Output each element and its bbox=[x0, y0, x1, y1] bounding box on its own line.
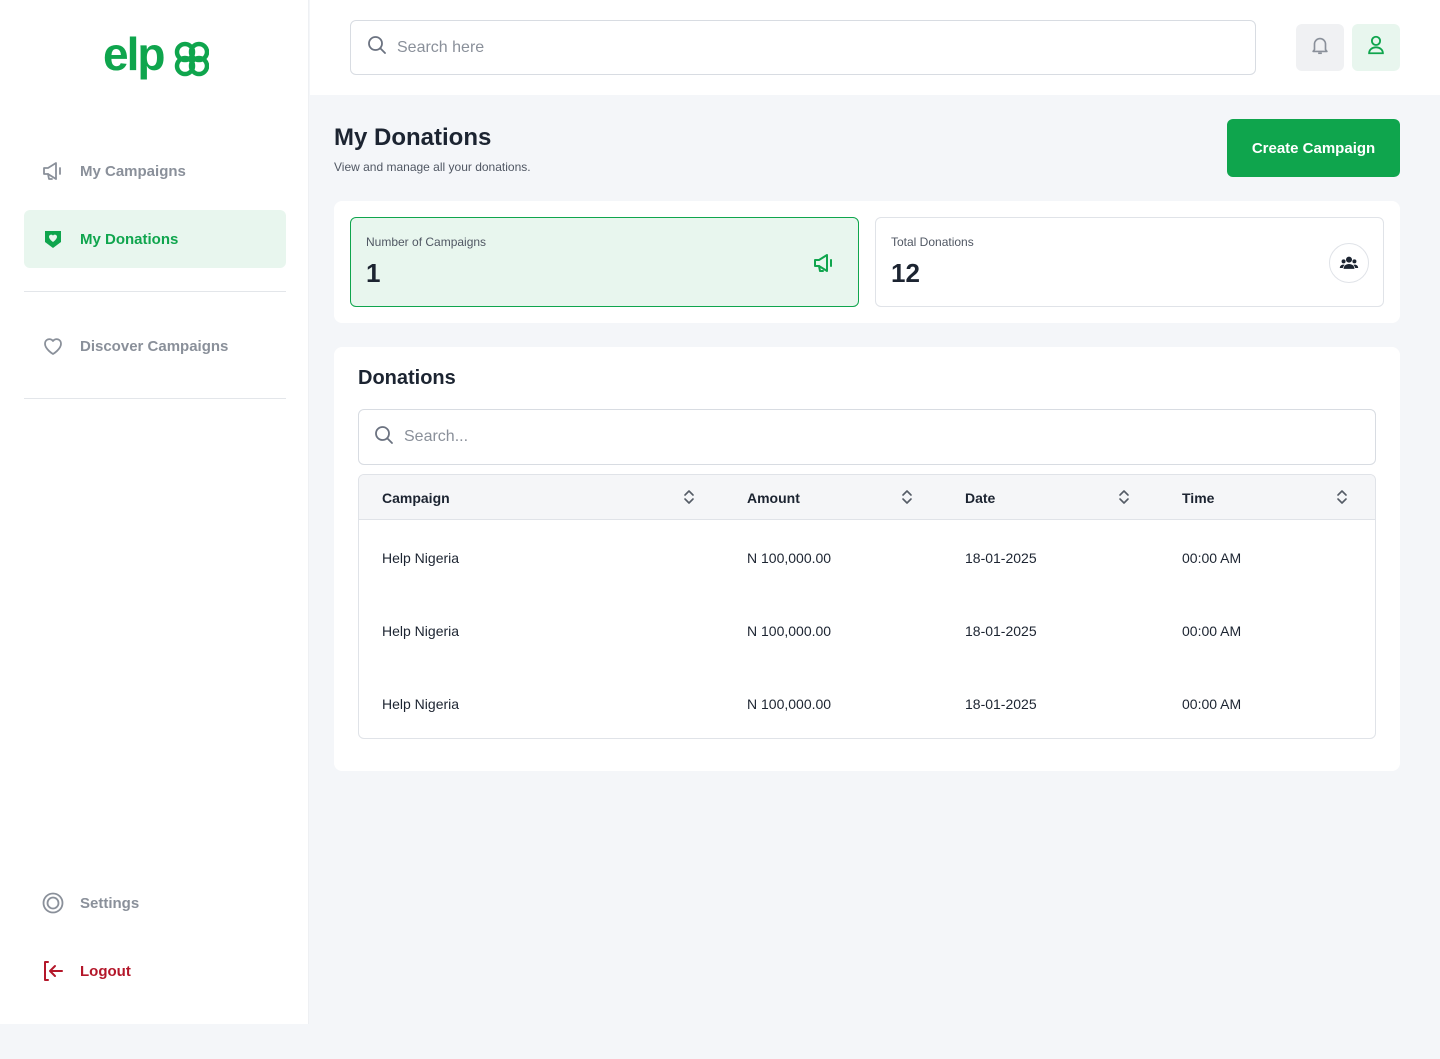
heart-icon bbox=[40, 333, 66, 359]
table-row[interactable]: Help Nigeria N 100,000.00 18-01-2025 00:… bbox=[359, 667, 1375, 738]
cell-amount: N 100,000.00 bbox=[747, 695, 832, 712]
cell-date: 18-01-2025 bbox=[965, 695, 1037, 712]
sidebar-item-label: Logout bbox=[80, 962, 131, 980]
donations-table: Campaign Amount Date Time Help Nigeria N… bbox=[358, 474, 1376, 739]
user-icon bbox=[1365, 34, 1387, 61]
sidebar-item-label: Discover Campaigns bbox=[80, 337, 229, 355]
bell-icon bbox=[1309, 34, 1331, 61]
column-header-campaign: Campaign bbox=[382, 489, 450, 506]
sort-icon[interactable] bbox=[679, 487, 699, 507]
cell-time: 00:00 AM bbox=[1182, 622, 1242, 639]
logo-mark: elp bbox=[103, 28, 210, 80]
sort-icon[interactable] bbox=[1114, 487, 1134, 507]
stat-label: Number of Campaigns bbox=[366, 235, 487, 249]
table-row[interactable]: Help Nigeria N 100,000.00 18-01-2025 00:… bbox=[359, 521, 1375, 594]
stat-card-campaigns[interactable]: Number of Campaigns 1 bbox=[350, 217, 859, 307]
page-subtitle: View and manage all your donations. bbox=[334, 160, 531, 174]
donations-title: Donations bbox=[358, 367, 456, 389]
page-title: My Donations bbox=[334, 124, 492, 151]
search-icon bbox=[367, 35, 387, 60]
topbar bbox=[310, 0, 1440, 95]
cell-campaign: Help Nigeria bbox=[382, 695, 460, 712]
cell-time: 00:00 AM bbox=[1182, 695, 1242, 712]
cell-campaign: Help Nigeria bbox=[382, 622, 460, 639]
sidebar: elp My Campaigns My Donations Discover C… bbox=[0, 0, 309, 1024]
sort-icon[interactable] bbox=[1332, 487, 1352, 507]
logo-wordmark: elp bbox=[103, 30, 164, 80]
stat-card-donations[interactable]: Total Donations 12 bbox=[875, 217, 1384, 307]
sort-icon[interactable] bbox=[897, 487, 917, 507]
column-header-time: Time bbox=[1182, 489, 1215, 506]
table-search[interactable] bbox=[358, 409, 1376, 465]
table-header: Campaign Amount Date Time bbox=[359, 475, 1375, 520]
sidebar-item-label: Settings bbox=[80, 894, 140, 912]
cell-time: 00:00 AM bbox=[1182, 549, 1242, 566]
stat-value: 1 bbox=[366, 258, 381, 288]
cell-amount: N 100,000.00 bbox=[747, 549, 832, 566]
users-icon bbox=[1329, 243, 1369, 283]
cell-date: 18-01-2025 bbox=[965, 549, 1037, 566]
sidebar-item-my-campaigns[interactable]: My Campaigns bbox=[24, 142, 286, 200]
cell-campaign: Help Nigeria bbox=[382, 549, 460, 566]
notifications-button[interactable] bbox=[1296, 24, 1344, 71]
sidebar-item-discover-campaigns[interactable]: Discover Campaigns bbox=[24, 317, 286, 375]
sidebar-item-settings[interactable]: Settings bbox=[24, 874, 286, 932]
megaphone-icon bbox=[40, 158, 66, 184]
sidebar-divider bbox=[24, 291, 286, 292]
profile-button[interactable] bbox=[1352, 24, 1400, 71]
sidebar-item-label: My Donations bbox=[80, 230, 179, 248]
stat-value: 12 bbox=[891, 258, 920, 288]
stat-label: Total Donations bbox=[891, 235, 974, 249]
sidebar-item-label: My Campaigns bbox=[80, 162, 186, 180]
megaphone-icon bbox=[804, 243, 844, 283]
search-icon bbox=[374, 425, 394, 450]
sidebar-item-logout[interactable]: Logout bbox=[24, 942, 286, 1000]
table-row[interactable]: Help Nigeria N 100,000.00 18-01-2025 00:… bbox=[359, 594, 1375, 667]
table-search-input[interactable] bbox=[404, 428, 1344, 446]
logout-icon bbox=[40, 958, 66, 984]
stats-panel: Number of Campaigns 1 Total Donations 12 bbox=[334, 201, 1400, 323]
heart-hand-icon bbox=[40, 226, 66, 252]
create-campaign-button[interactable]: Create Campaign bbox=[1227, 119, 1400, 177]
sidebar-item-my-donations[interactable]: My Donations bbox=[24, 210, 286, 268]
gear-icon bbox=[40, 890, 66, 916]
cell-date: 18-01-2025 bbox=[965, 622, 1037, 639]
global-search[interactable] bbox=[350, 20, 1256, 75]
global-search-input[interactable] bbox=[397, 38, 1217, 57]
cell-amount: N 100,000.00 bbox=[747, 622, 832, 639]
column-header-date: Date bbox=[965, 489, 996, 506]
sidebar-divider bbox=[24, 398, 286, 399]
column-header-amount: Amount bbox=[747, 489, 800, 506]
brand-logo[interactable]: elp bbox=[103, 28, 210, 88]
donations-panel: Donations Campaign Amount Date Time bbox=[334, 347, 1400, 771]
